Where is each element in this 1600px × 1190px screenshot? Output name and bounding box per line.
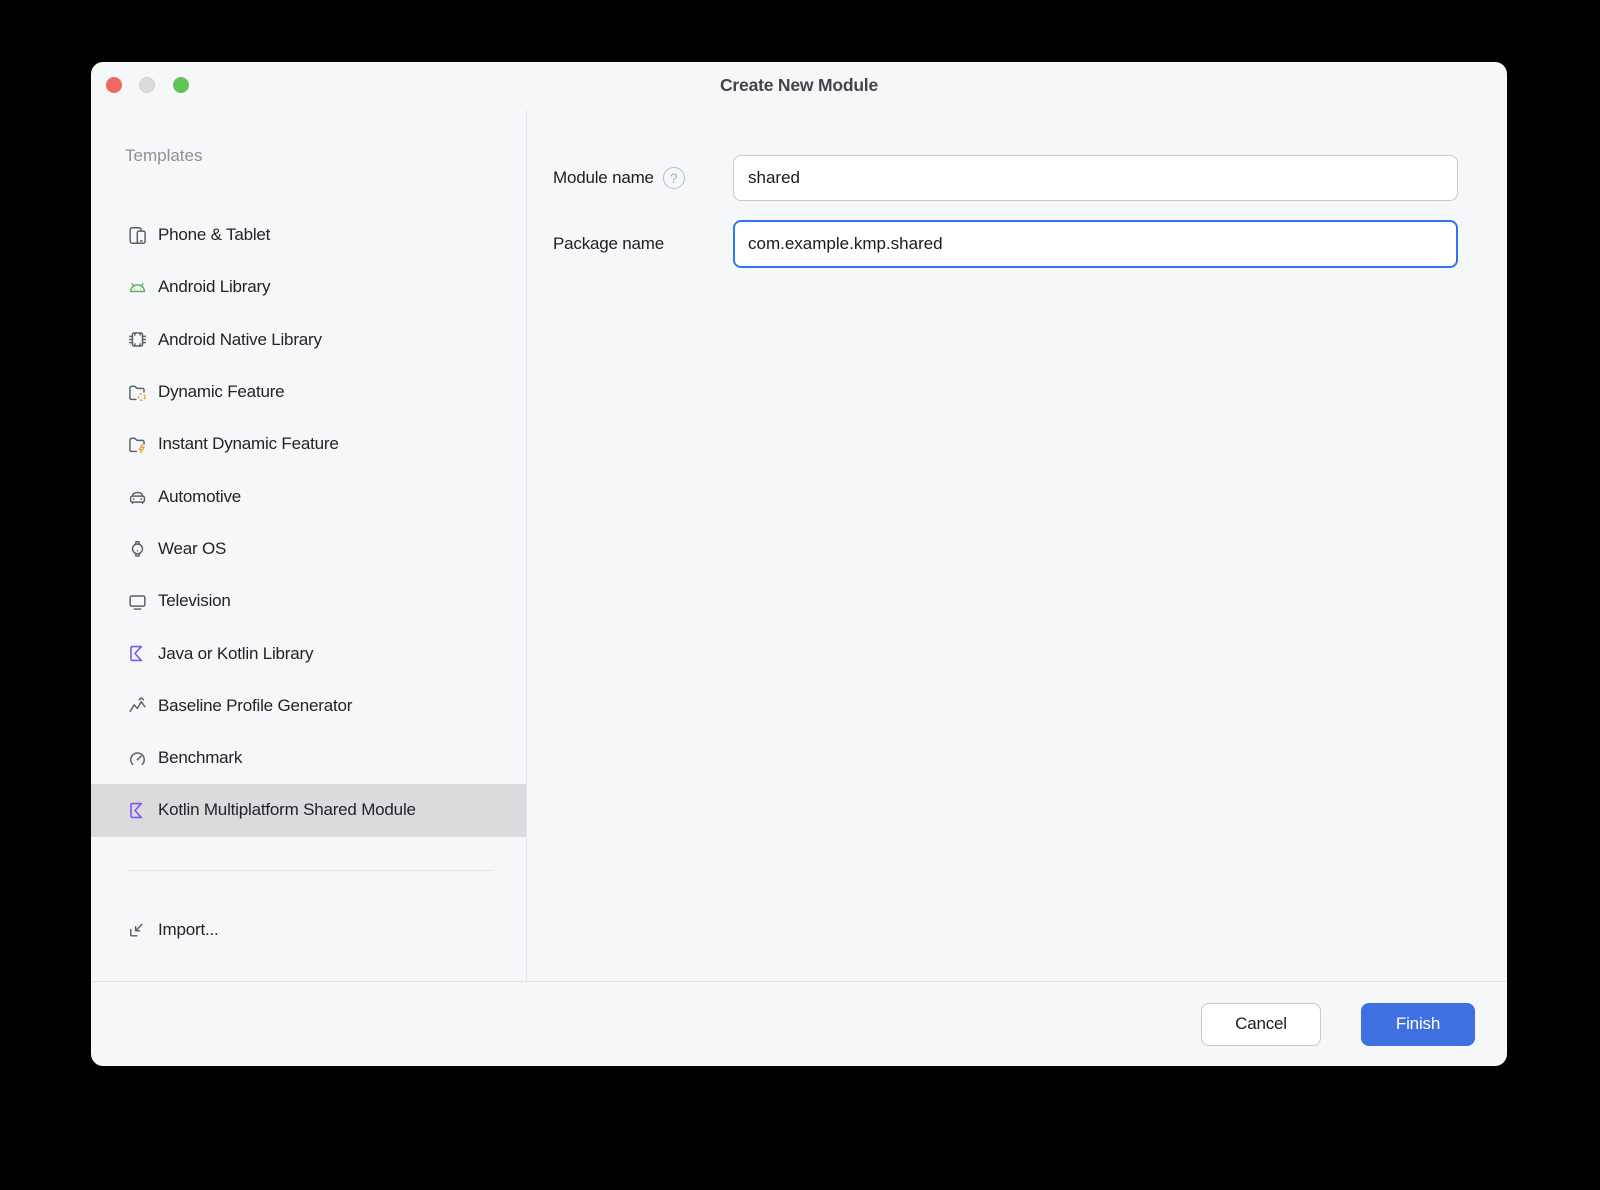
template-list: Phone & Tablet Android Library Android N… [91, 209, 526, 837]
sidebar-divider [127, 869, 494, 871]
folder-dynamic-icon [127, 382, 148, 403]
sidebar-item-java-kotlin-library[interactable]: Java or Kotlin Library [91, 627, 526, 679]
sidebar-item-label: Wear OS [158, 538, 227, 558]
sidebar-item-label: Automotive [158, 486, 242, 506]
package-name-row: Package name [553, 220, 1458, 268]
finish-button[interactable]: Finish [1361, 1002, 1475, 1046]
gauge-icon [127, 748, 148, 769]
sidebar-item-label: Television [158, 591, 231, 611]
create-new-module-dialog: Create New Module Templates Phone & Tabl… [91, 62, 1507, 1066]
import-arrow-icon [127, 919, 148, 940]
package-name-label: Package name [553, 234, 665, 253]
module-name-label: Module name [553, 168, 654, 187]
phone-tablet-icon [127, 225, 148, 246]
watch-icon [127, 538, 148, 559]
sidebar-item-benchmark[interactable]: Benchmark [91, 732, 526, 784]
module-form: Module name ? Package name [527, 110, 1507, 981]
templates-sidebar: Templates Phone & Tablet Android Library… [91, 110, 527, 981]
cancel-button[interactable]: Cancel [1201, 1002, 1321, 1046]
templates-header: Templates [125, 146, 203, 165]
sidebar-item-label: Kotlin Multiplatform Shared Module [158, 800, 416, 820]
sidebar-item-instant-dynamic-feature[interactable]: Instant Dynamic Feature [91, 418, 526, 470]
sidebar-item-television[interactable]: Television [91, 575, 526, 627]
help-icon[interactable]: ? [662, 167, 685, 189]
kotlin-icon [127, 643, 148, 664]
sidebar-item-automotive[interactable]: Automotive [91, 470, 526, 522]
sidebar-item-wear-os[interactable]: Wear OS [91, 523, 526, 575]
sidebar-item-label: Instant Dynamic Feature [158, 434, 339, 454]
sidebar-item-android-native-library[interactable]: Android Native Library [91, 314, 526, 366]
car-icon [127, 486, 148, 507]
sidebar-item-label: Android Native Library [158, 329, 322, 349]
sidebar-item-label: Phone & Tablet [158, 225, 271, 245]
dialog-footer: Cancel Finish [91, 981, 1507, 1066]
kotlin-icon [127, 800, 148, 821]
dialog-body: Templates Phone & Tablet Android Library… [91, 110, 1507, 981]
sidebar-item-label: Android Library [158, 277, 271, 297]
sidebar-item-kotlin-multiplatform-shared-module[interactable]: Kotlin Multiplatform Shared Module [91, 784, 526, 837]
sidebar-item-android-library[interactable]: Android Library [91, 261, 526, 313]
module-name-input[interactable] [733, 155, 1458, 201]
tv-icon [127, 591, 148, 612]
title-bar: Create New Module [91, 62, 1507, 110]
android-head-icon [127, 277, 148, 298]
sidebar-item-label: Benchmark [158, 748, 243, 768]
sidebar-item-label: Import... [158, 919, 219, 939]
dialog-title: Create New Module [719, 75, 879, 95]
import-row-holder: Import... [91, 904, 526, 956]
module-name-row: Module name ? [553, 155, 1458, 201]
folder-instant-icon [127, 434, 148, 455]
sidebar-item-import[interactable]: Import... [91, 904, 526, 956]
chip-icon [127, 329, 148, 350]
sidebar-item-label: Dynamic Feature [158, 382, 285, 402]
sidebar-item-dynamic-feature[interactable]: Dynamic Feature [91, 366, 526, 418]
sidebar-item-phone-tablet[interactable]: Phone & Tablet [91, 209, 526, 261]
profile-chart-icon [127, 695, 148, 716]
package-name-input[interactable] [733, 220, 1458, 268]
sidebar-item-label: Baseline Profile Generator [158, 695, 353, 715]
sidebar-item-label: Java or Kotlin Library [158, 643, 314, 663]
sidebar-item-baseline-profile-generator[interactable]: Baseline Profile Generator [91, 680, 526, 732]
